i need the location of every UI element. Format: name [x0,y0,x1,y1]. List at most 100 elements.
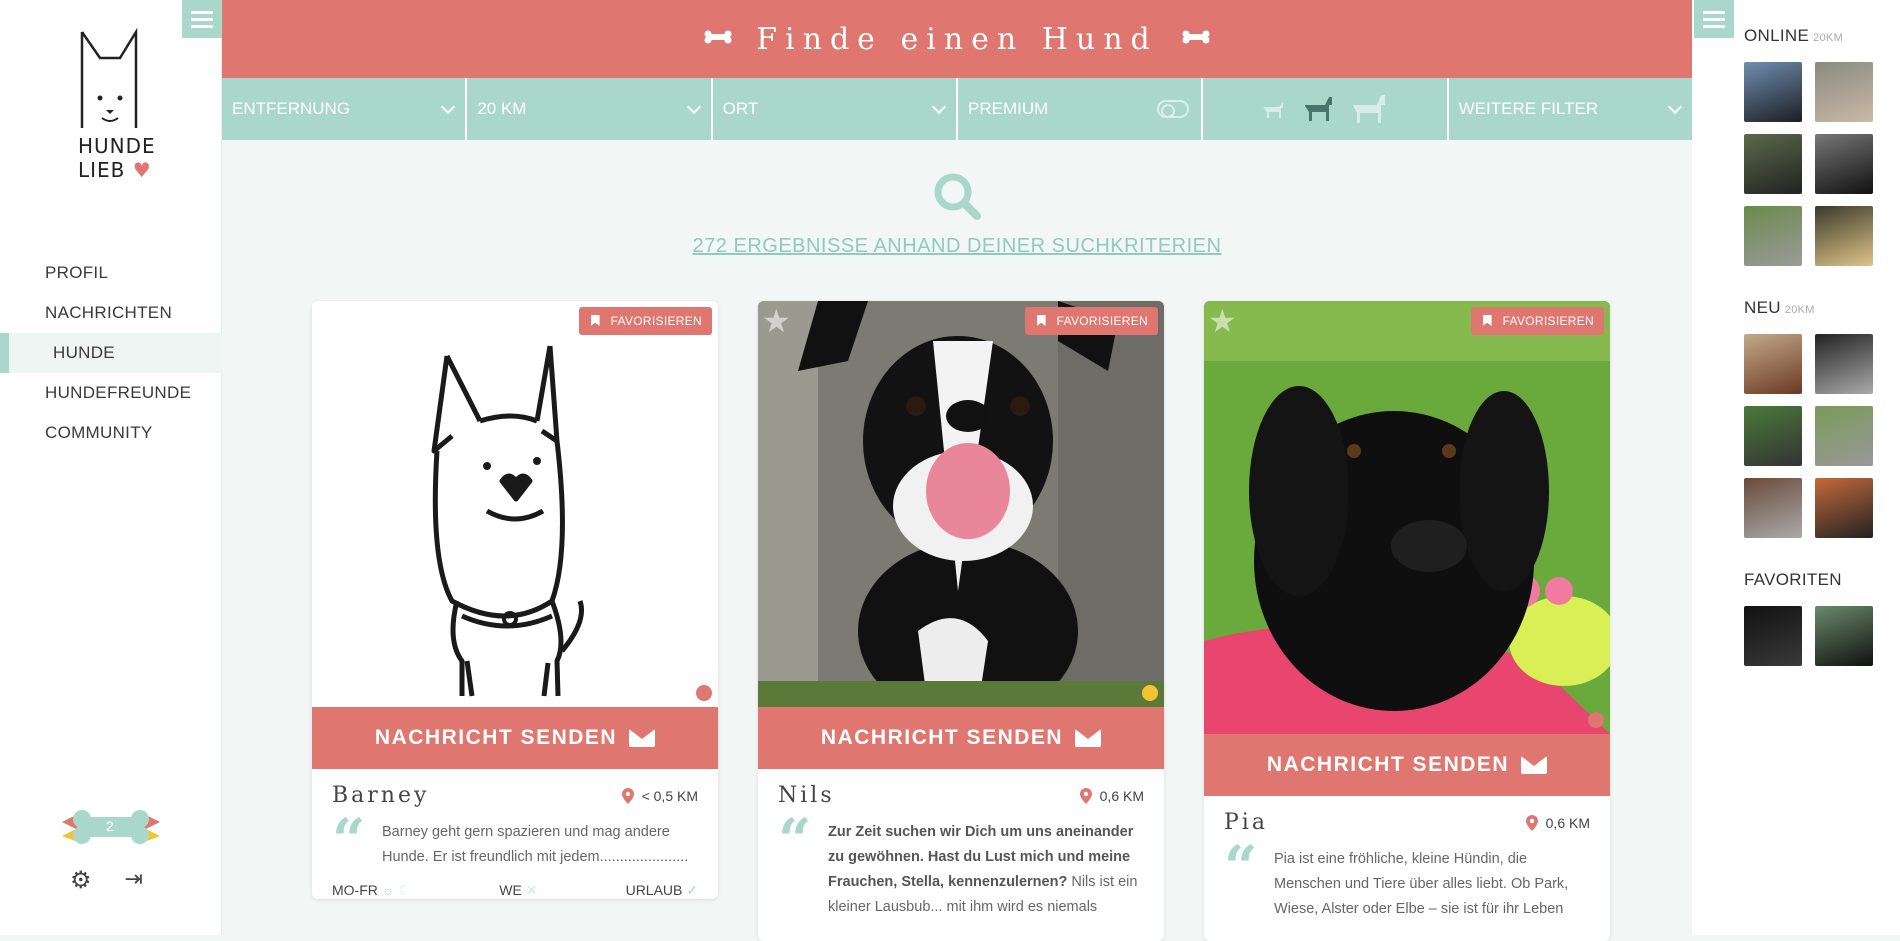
location-pin-icon [1079,787,1092,804]
dog-photo[interactable]: ★ FAVORISIEREN [1204,301,1610,734]
location-pin-icon [621,787,634,804]
main-content: Finde einen Hund ENTFERNUNG 20 KM ORT PR… [222,0,1692,941]
envelope-icon [629,729,656,747]
logo-text-line2: LIEB [78,158,126,182]
logout-icon[interactable]: ⇥ [125,866,143,895]
nav-item-nachrichten[interactable]: NACHRICHTEN [0,293,222,333]
new-dog-thumb[interactable] [1744,478,1802,538]
send-message-button[interactable]: NACHRICHT SENDEN [1204,734,1610,796]
favorite-dog-thumb[interactable] [1815,606,1873,666]
bone-badge[interactable]: 2 [56,806,166,848]
send-message-button[interactable]: NACHRICHT SENDEN [758,707,1164,769]
dog-photo[interactable]: ★ FAVORISIEREN [758,301,1164,707]
availability-vacation: URLAUB [625,882,683,898]
check-icon: ✓ [686,882,698,898]
results-count-link[interactable]: 272 ERGEBNISSE ANHAND DEINER SUCHKRITERI… [693,235,1222,258]
availability-weekend: WE [499,882,522,898]
quote-icon: “ [778,806,812,874]
send-message-label: NACHRICHT SENDEN [1266,753,1510,776]
new-dog-thumb[interactable] [1744,334,1802,394]
chevron-down-icon [1667,99,1683,114]
online-status-dot [1588,712,1604,728]
hundelieb-logo[interactable]: HUNDE LIEB ♥ [70,27,155,188]
page-header: Finde einen Hund [222,0,1692,78]
large-dog-icon[interactable] [1349,93,1389,125]
envelope-icon [1521,756,1548,774]
dog-card-barney: FAVORISIEREN NACHRICHT SENDEN Barney < 0… [312,301,718,899]
premium-toggle[interactable] [1157,100,1190,118]
online-title: ONLINE [1744,26,1810,45]
star-icon[interactable]: ★ [1208,305,1237,337]
favorite-button[interactable]: FAVORISIEREN [1470,307,1604,335]
favorite-button[interactable]: FAVORISIEREN [1024,307,1158,335]
right-sidebar: ONLINE 20KM NEU 20KM FAVORITEN [1692,0,1900,935]
online-dog-thumb[interactable] [1815,206,1873,266]
new-dog-thumb[interactable] [1815,406,1873,466]
quote-icon: “ [332,806,366,874]
chevron-down-icon [686,99,701,114]
dog-name[interactable]: Nils [778,783,835,808]
radius-filter[interactable]: 20 KM [467,78,713,140]
small-dog-icon[interactable] [1259,99,1287,119]
premium-filter[interactable]: PREMIUM [958,78,1204,140]
favorites-section: FAVORITEN [1744,570,1873,666]
main-navigation: PROFIL NACHRICHTEN HUNDE HUNDEFREUNDE CO… [0,253,222,453]
place-filter-label: ORT [722,99,759,118]
new-section: NEU 20KM [1744,298,1873,538]
online-dog-thumb[interactable] [1744,134,1802,194]
filter-bar: ENTFERNUNG 20 KM ORT PREMIUM WEITERE FIL… [222,78,1692,140]
distance-filter-label: ENTFERNUNG [232,99,351,118]
search-icon [934,173,981,220]
bone-left-icon [704,30,732,49]
new-dog-thumb[interactable] [1744,406,1802,466]
menu-toggle-button[interactable] [182,0,222,38]
right-menu-toggle-button[interactable] [1694,0,1734,38]
dog-photo[interactable]: FAVORISIEREN [312,301,718,707]
send-message-label: NACHRICHT SENDEN [820,726,1064,749]
dog-illustration-icon [431,345,584,697]
cross-icon: ✕ [525,882,538,898]
nav-item-profil[interactable]: PROFIL [0,253,222,293]
place-filter[interactable]: ORT [713,78,958,140]
page-title: Finde einen Hund [756,21,1158,57]
online-status-dot [696,685,712,701]
bone-right-icon [1182,30,1210,49]
settings-gear-icon[interactable]: ⚙ [70,866,92,895]
envelope-icon [1075,729,1102,747]
nav-item-hundefreunde[interactable]: HUNDEFREUNDE [0,373,222,413]
left-sidebar: HUNDE LIEB ♥ PROFIL NACHRICHTEN HUNDE HU… [0,0,222,935]
dog-description: Pia ist eine fröhliche, kleine Hündin, d… [1274,851,1569,917]
online-dog-thumb[interactable] [1815,134,1873,194]
star-icon[interactable]: ★ [762,305,791,337]
moon-icon: ☾ [398,882,412,898]
new-title: NEU [1744,298,1781,317]
premium-filter-label: PREMIUM [967,99,1049,118]
new-dog-thumb[interactable] [1815,334,1873,394]
dog-description: Barney geht gern spazieren und mag ander… [382,824,689,865]
favorite-button[interactable]: FAVORISIEREN [578,307,712,335]
distance-label: 0,6 KM [1545,814,1590,831]
new-radius: 20KM [1784,304,1815,316]
more-filters-dropdown[interactable]: WEITERE FILTER [1449,78,1692,140]
favorites-title: FAVORITEN [1744,570,1842,589]
chevron-down-icon [441,99,456,114]
online-dog-thumb[interactable] [1744,206,1802,266]
dog-card-nils: ★ FAVORISIEREN NACHRICHT SENDEN Nils 0,6… [758,301,1164,941]
online-dog-thumb[interactable] [1815,62,1873,122]
dog-photo-image [758,301,1164,707]
nav-item-community[interactable]: COMMUNITY [0,413,222,453]
send-message-button[interactable]: NACHRICHT SENDEN [312,707,718,769]
online-dog-thumb[interactable] [1744,62,1802,122]
distance-filter[interactable]: ENTFERNUNG [222,78,468,140]
medium-dog-icon[interactable] [1301,95,1335,123]
logo-text-line1: HUNDE [78,134,156,158]
availability-row: MO-FR ☼ ☾ WE ✕ URLAUB ✓ [332,882,698,899]
search-summary: 272 ERGEBNISSE ANHAND DEINER SUCHKRITERI… [222,170,1692,258]
dog-card-pia: ★ FAVORISIEREN NACHRICHT SENDEN Pia 0,6 … [1204,301,1610,941]
new-dog-thumb[interactable] [1815,478,1873,538]
nav-item-hunde[interactable]: HUNDE [0,333,222,373]
chevron-down-icon [931,99,947,114]
dog-name[interactable]: Pia [1224,810,1268,835]
dog-name[interactable]: Barney [332,783,429,808]
favorite-dog-thumb[interactable] [1744,606,1802,666]
